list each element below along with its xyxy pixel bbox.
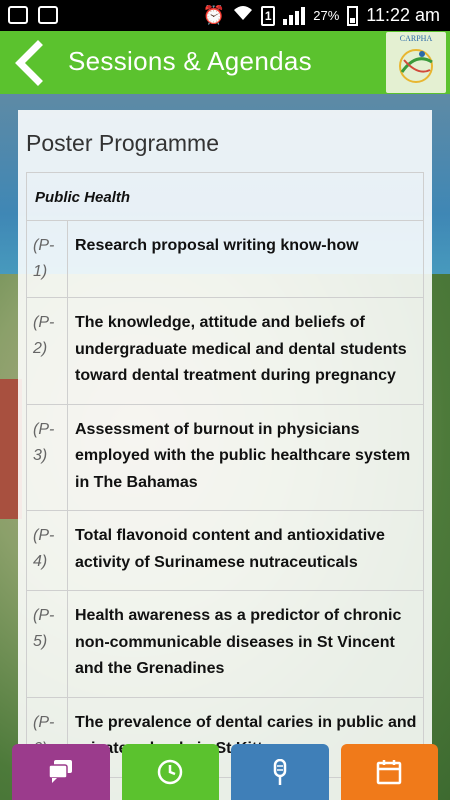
poster-code: (P-4) <box>26 510 68 591</box>
page-title: Sessions & Agendas <box>68 46 312 76</box>
poster-row[interactable]: (P-2) The knowledge, attitude and beliefs… <box>26 297 424 405</box>
poster-row[interactable]: (P-4) Total flavonoid content and antioxi… <box>26 510 424 591</box>
wifi-icon <box>233 4 253 27</box>
bottom-nav <box>0 744 450 800</box>
poster-code: (P-3) <box>26 403 68 511</box>
chat-icon <box>48 760 72 783</box>
microphone-icon <box>273 759 286 785</box>
section-heading: Poster Programme <box>26 130 220 156</box>
battery-icon <box>347 5 359 26</box>
category-label: Public Health <box>26 172 424 221</box>
mask-notification-icon <box>8 6 28 24</box>
speakers-button[interactable] <box>231 744 329 800</box>
signal-icon <box>283 6 306 25</box>
poster-row[interactable]: (P-3) Assessment of burnout in physicians… <box>26 403 424 511</box>
poster-row[interactable]: (P-1) Research proposal writing know-how <box>26 220 424 298</box>
poster-row[interactable]: (P-5) Health awareness as a predictor of … <box>26 590 424 698</box>
app-header: Sessions & Agendas CARPHA <box>0 31 450 94</box>
poster-title: Total flavonoid content and antioxidativ… <box>67 510 424 591</box>
category-row: Public Health <box>26 172 424 221</box>
status-bar: ⏰ 1 27% 11:22 am <box>0 0 450 31</box>
clock-time: 11:22 am <box>366 5 440 25</box>
poster-title: The knowledge, attitude and beliefs of u… <box>67 297 424 405</box>
poster-code: (P-1) <box>26 220 68 298</box>
poster-code: (P-2) <box>26 297 68 405</box>
agenda-button[interactable] <box>340 744 438 800</box>
sim-slot-indicator: 1 <box>261 5 276 26</box>
clock-icon <box>158 759 183 785</box>
poster-title: Research proposal writing know-how <box>67 220 424 298</box>
back-button[interactable] <box>10 39 54 87</box>
alarm-icon: ⏰ <box>202 5 226 25</box>
content-card: Poster Programme Public Health (P-1) Rese… <box>18 110 432 800</box>
poster-code: (P-5) <box>26 590 68 698</box>
poster-title: Assessment of burnout in physicians empl… <box>67 403 424 511</box>
calendar-icon <box>377 760 402 785</box>
poster-title: Health awareness as a predictor of chron… <box>67 590 424 698</box>
messages-button[interactable] <box>12 744 110 800</box>
poster-table: Public Health (P-1) Research proposal wri… <box>26 172 424 778</box>
image-notification-icon <box>38 6 58 24</box>
battery-percent: 27% <box>313 8 340 23</box>
chevron-left-icon <box>15 40 43 86</box>
carpha-logo: CARPHA <box>386 32 446 93</box>
schedule-button[interactable] <box>121 744 219 800</box>
